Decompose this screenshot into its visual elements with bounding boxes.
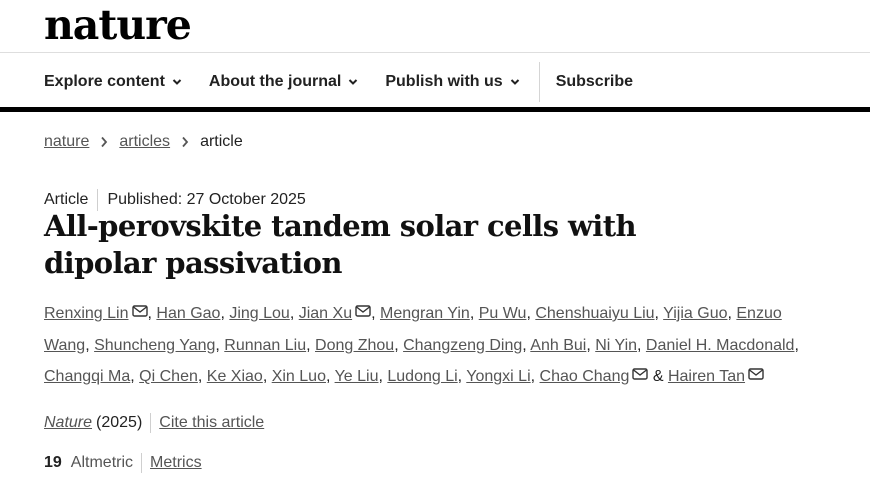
chevron-right-icon <box>101 136 108 148</box>
email-icon[interactable] <box>355 305 371 317</box>
nav-explore-content[interactable]: Explore content <box>44 73 182 91</box>
author-link[interactable]: Chenshuaiyu Liu <box>535 305 654 322</box>
author-separator: , <box>262 368 272 385</box>
author-link[interactable]: Renxing Lin <box>44 305 129 322</box>
metrics-divider <box>141 453 143 473</box>
altmetric-count: 19 <box>44 454 62 471</box>
author-link[interactable]: Jian Xu <box>299 305 352 322</box>
author-separator: , <box>215 336 225 354</box>
main-nav: Explore content About the journal Publis… <box>44 60 660 104</box>
nav-about-journal-label: About the journal <box>208 73 342 90</box>
nav-about-journal[interactable]: About the journal <box>209 73 358 91</box>
journal-year: (2025) <box>96 414 143 431</box>
author-list: Renxing Lin, Han Gao, Jing Lou, Jian Xu,… <box>44 298 804 393</box>
author-separator: , <box>306 336 316 354</box>
author-link[interactable]: Daniel H. Macdonald <box>646 337 795 354</box>
author-link[interactable]: Changqi Ma <box>44 368 130 385</box>
author-link[interactable]: Chao Chang <box>540 368 630 385</box>
breadcrumb-articles[interactable]: articles <box>119 133 170 151</box>
citation-divider <box>150 413 152 433</box>
author-link[interactable]: Pu Wu <box>479 305 527 322</box>
author-separator: , <box>197 368 207 385</box>
author-separator: , <box>586 336 596 354</box>
author-separator: , <box>794 336 799 354</box>
chevron-down-icon <box>510 79 519 85</box>
chevron-down-icon <box>172 79 182 85</box>
cite-article-link[interactable]: Cite this article <box>159 414 264 432</box>
author-separator: , <box>325 368 335 385</box>
author-link[interactable]: Changzeng Ding <box>403 337 522 354</box>
nav-publish-with-us-label: Publish with us <box>385 73 503 90</box>
author-separator: , <box>220 305 230 322</box>
author-link[interactable]: Xin Luo <box>272 368 326 385</box>
nav-publish-with-us[interactable]: Publish with us <box>385 73 519 91</box>
published-date: Published: 27 October 2025 <box>107 191 306 208</box>
author-link[interactable]: Hairen Tan <box>668 368 745 385</box>
author-separator: , <box>371 305 380 322</box>
author-link[interactable]: Ke Xiao <box>207 368 263 385</box>
author-link[interactable]: Qi Chen <box>139 368 198 385</box>
citation-info: Nature (2025) Cite this article <box>44 413 264 433</box>
author-link[interactable]: Mengran Yin <box>380 305 470 322</box>
author-link[interactable]: Yijia Guo <box>663 305 727 322</box>
nav-divider <box>538 62 540 102</box>
chevron-right-icon <box>182 136 189 148</box>
author-separator: & <box>648 368 668 385</box>
email-icon[interactable] <box>131 305 148 317</box>
author-link[interactable]: Runnan Liu <box>224 337 306 354</box>
author-separator: , <box>654 305 664 322</box>
header-bar <box>0 107 870 112</box>
breadcrumb: nature articles article <box>44 133 243 151</box>
nature-logo[interactable]: nature <box>44 2 192 48</box>
author-separator: , <box>394 336 404 354</box>
author-link[interactable]: Anh Bui <box>530 337 586 354</box>
author-separator: , <box>526 305 536 322</box>
author-separator: , <box>289 305 299 322</box>
chevron-down-icon <box>349 79 358 85</box>
author-separator: , <box>85 336 95 354</box>
altmetric-label: Altmetric <box>70 454 134 471</box>
author-link[interactable]: Han Gao <box>156 305 220 322</box>
nav-explore-content-label: Explore content <box>44 73 165 90</box>
metrics-bar: 19 Altmetric Metrics <box>44 453 202 473</box>
subscribe-link[interactable]: Subscribe <box>556 73 633 91</box>
author-link[interactable]: Ye Liu <box>335 368 379 385</box>
author-link[interactable]: Ludong Li <box>387 368 457 385</box>
author-separator: , <box>637 336 646 354</box>
author-link[interactable]: Dong Zhou <box>315 337 394 354</box>
author-separator: , <box>130 368 140 385</box>
email-icon[interactable] <box>748 368 764 380</box>
author-link[interactable]: Yongxi Li <box>466 368 530 385</box>
metrics-link[interactable]: Metrics <box>150 454 202 472</box>
article-title: All-perovskite tandem solar cells with d… <box>44 209 637 280</box>
header-divider <box>0 52 870 53</box>
breadcrumb-nature[interactable]: nature <box>44 133 89 151</box>
author-separator: , <box>469 305 479 322</box>
author-link[interactable]: Shuncheng Yang <box>94 337 215 354</box>
author-link[interactable]: Jing Lou <box>229 305 290 322</box>
email-icon[interactable] <box>632 368 649 380</box>
author-separator: , <box>530 368 540 385</box>
breadcrumb-current: article <box>200 133 243 150</box>
article-type: Article <box>44 191 89 208</box>
author-link[interactable]: Ni Yin <box>595 337 637 354</box>
author-separator: , <box>457 368 467 385</box>
journal-link[interactable]: Nature <box>44 414 92 432</box>
